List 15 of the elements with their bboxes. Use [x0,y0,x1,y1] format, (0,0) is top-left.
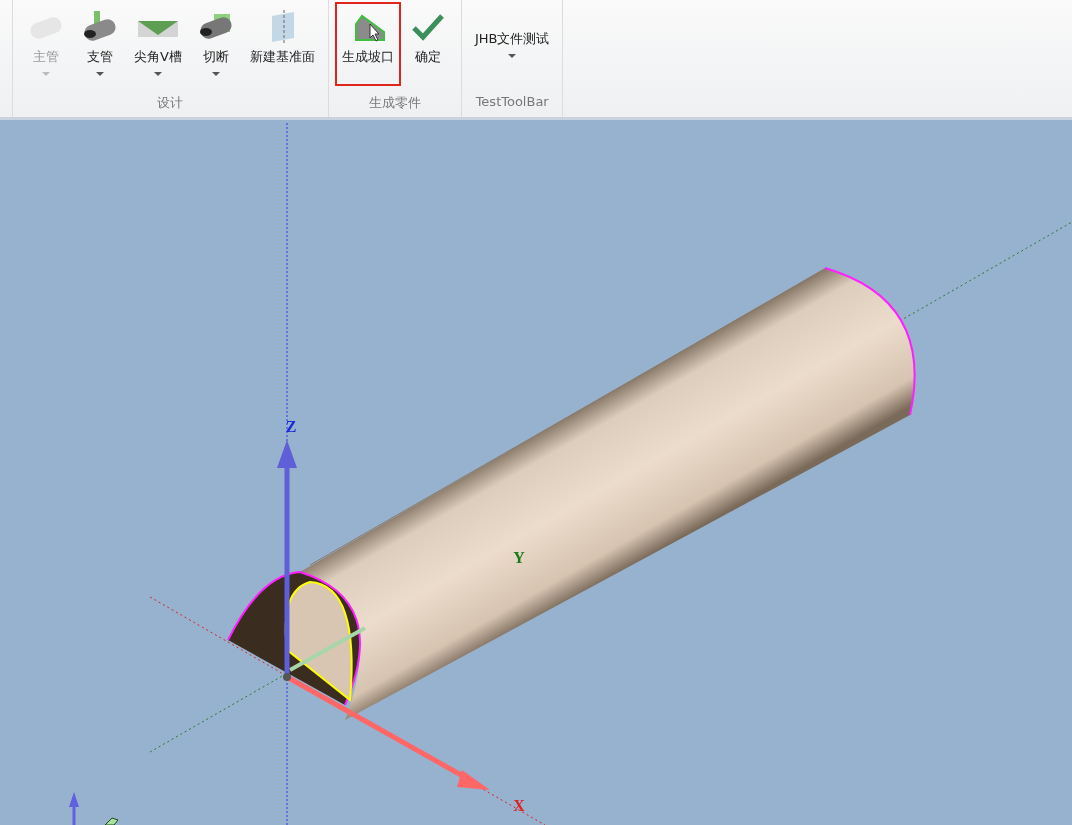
toolbar-button[interactable]: 尖角V槽 [127,2,189,82]
axis-label: Z [285,418,297,435]
group-label: 生成零件 [367,94,422,112]
toolbar-button[interactable]: 确定 [400,2,455,82]
group-label: 设计 [156,94,185,112]
axis-label: X [513,797,525,814]
toolbar-button[interactable]: 新建基准面 [242,2,322,82]
toolbar-button[interactable]: 生成坡口 [334,2,401,86]
orientation-triad-drawing [69,792,119,825]
group-label: TestToolBar [474,94,550,111]
origin-point [283,673,291,681]
toolbar-button[interactable]: 支管 [73,2,127,82]
toolbar-button[interactable]: 切断 [188,2,243,82]
toolbar-button[interactable]: JHB文件测试 [467,2,557,82]
axis-label: Y [513,549,525,566]
